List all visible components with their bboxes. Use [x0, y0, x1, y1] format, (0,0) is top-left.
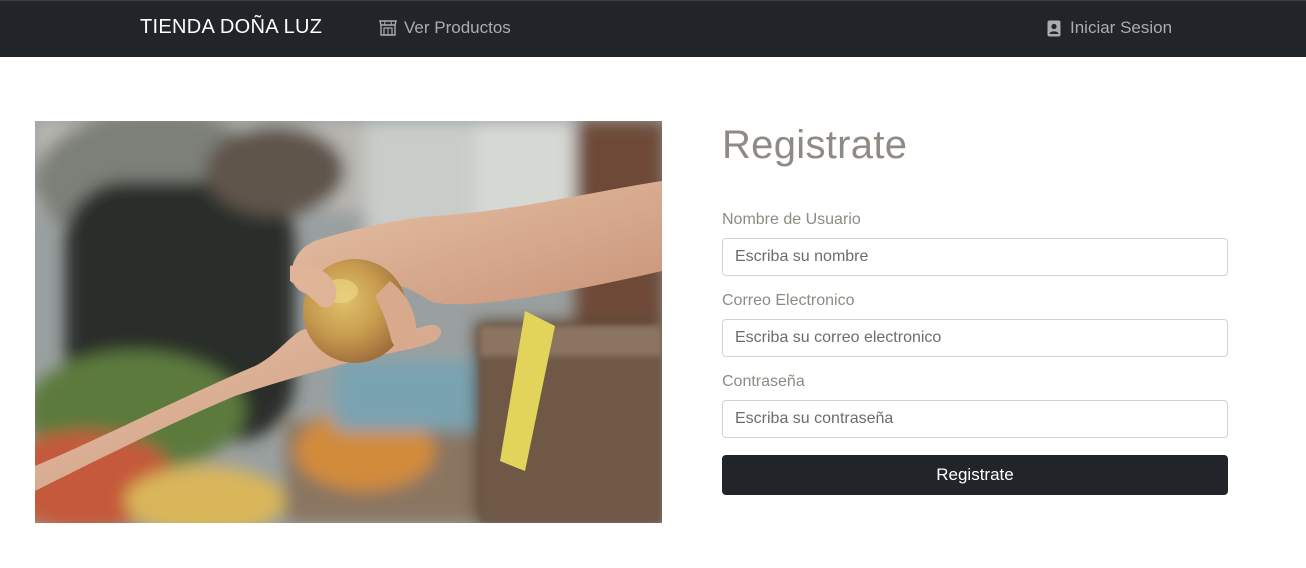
contact-card-icon — [1045, 19, 1063, 37]
store-icon — [379, 19, 397, 37]
username-label: Nombre de Usuario — [722, 211, 861, 228]
username-input[interactable] — [722, 238, 1228, 276]
top-navbar: TIENDA DOÑA LUZ Ver Productos Iniciar Se… — [0, 0, 1306, 57]
nav-link-login-label: Iniciar Sesion — [1070, 18, 1173, 37]
hero-image-market-apple — [35, 121, 662, 523]
register-form: Registrate Nombre de Usuario Correo Elec… — [722, 121, 1228, 495]
nav-link-products-label: Ver Productos — [404, 18, 511, 37]
email-label: Correo Electronico — [722, 292, 855, 309]
nav-link-products[interactable]: Ver Productos — [379, 18, 511, 38]
password-input[interactable] — [722, 400, 1228, 438]
email-input[interactable] — [722, 319, 1228, 357]
brand-link[interactable]: TIENDA DOÑA LUZ — [140, 16, 322, 39]
password-label: Contraseña — [722, 373, 805, 390]
nav-link-login[interactable]: Iniciar Sesion — [1045, 18, 1172, 38]
register-button[interactable]: Registrate — [722, 455, 1228, 495]
page-title: Registrate — [722, 123, 908, 167]
